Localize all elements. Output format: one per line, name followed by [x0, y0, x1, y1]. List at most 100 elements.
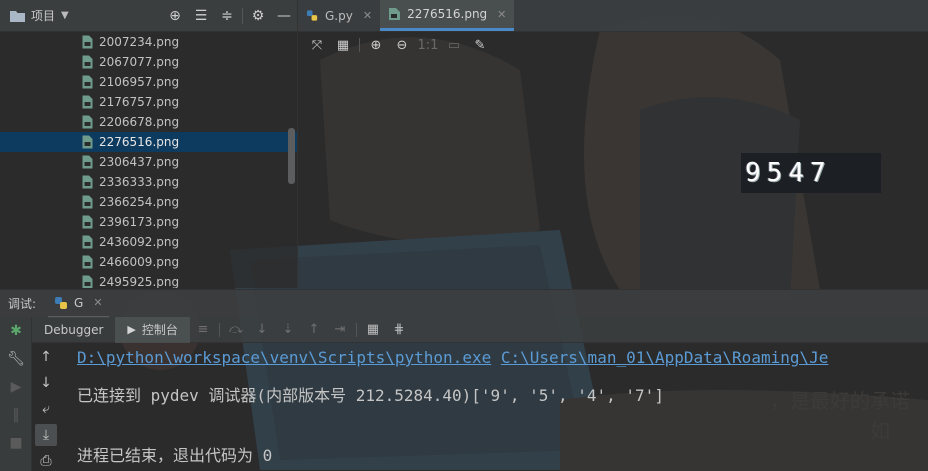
file-item[interactable]: 2436092.png	[0, 232, 297, 252]
color-picker-icon[interactable]: ✎	[467, 34, 493, 56]
project-panel-header: 项目 ▼ ⊕ ☰ ≑ ⚙ —	[0, 0, 297, 32]
image-file-icon	[82, 135, 93, 149]
step-over-icon[interactable]: ⤼	[223, 317, 249, 343]
project-panel-title[interactable]: 项目	[31, 7, 55, 24]
file-name: 2495925.png	[99, 275, 180, 288]
step-into-my-code-icon[interactable]: ⇣	[275, 317, 301, 343]
scroll-to-end-icon[interactable]: ⤓	[35, 424, 57, 446]
python-exe-link[interactable]: D:\python\workspace\venv\Scripts\python.…	[77, 348, 491, 367]
file-name: 2007234.png	[99, 35, 180, 49]
image-file-icon	[82, 255, 93, 269]
tab-debugger[interactable]: Debugger	[32, 317, 115, 343]
file-item[interactable]: 2007234.png	[0, 32, 297, 52]
console-output[interactable]: D:\python\workspace\venv\Scripts\python.…	[60, 344, 928, 471]
file-name: 2396173.png	[99, 215, 180, 229]
debug-side-toolbar: ✱ 🔧︎ ▶ ‖ ■	[0, 317, 32, 471]
image-file-icon	[82, 195, 93, 209]
wrench-icon[interactable]: 🔧︎	[0, 345, 32, 373]
file-item[interactable]: 2466009.png	[0, 252, 297, 272]
chevron-down-icon[interactable]: ▼	[61, 10, 69, 21]
image-file-icon	[82, 115, 93, 129]
close-icon[interactable]: ✕	[363, 9, 372, 22]
folder-icon	[10, 10, 25, 22]
file-name: 2366254.png	[99, 195, 180, 209]
file-item[interactable]: 2106957.png	[0, 72, 297, 92]
console-side-toolbar: ↑ ↓ ⤶ ⤓ ⎙	[32, 344, 60, 471]
image-file-icon	[82, 55, 93, 69]
file-name: 2106957.png	[99, 75, 180, 89]
file-name: 2466009.png	[99, 255, 180, 269]
console-connected-line: 已连接到 pydev 调试器(内部版本号 212.5284.40)['9', '…	[77, 386, 664, 405]
captcha-text: 9547	[745, 158, 832, 188]
run-config-tab[interactable]: G ✕	[48, 290, 109, 318]
image-file-icon	[82, 235, 93, 249]
file-name: 2436092.png	[99, 235, 180, 249]
file-name: 2206678.png	[99, 115, 180, 129]
image-file-icon	[82, 215, 93, 229]
step-out-icon[interactable]: ↑	[301, 317, 327, 343]
console-command-line: D:\python\workspace\venv\Scripts\python.…	[77, 348, 828, 367]
tab-g-py[interactable]: G.py ✕	[298, 0, 380, 31]
file-item[interactable]: 2495925.png	[0, 272, 297, 288]
zoom-in-icon[interactable]: ⊕	[363, 34, 389, 56]
file-item[interactable]: 2206678.png	[0, 112, 297, 132]
project-file-tree: 2007234.png 2067077.png 2106957.png 2176757…	[0, 32, 297, 288]
print-icon[interactable]: ⎙	[32, 448, 60, 471]
toolbar-divider	[359, 38, 360, 52]
tab-label: 2276516.png	[407, 7, 488, 21]
resume-icon[interactable]: ▶	[0, 373, 32, 401]
soft-wrap-icon[interactable]: ⤶	[32, 396, 60, 422]
file-item[interactable]: 2176757.png	[0, 92, 297, 112]
file-name: 2067077.png	[99, 55, 180, 69]
python-file-icon	[306, 9, 318, 21]
file-name: 2306437.png	[99, 155, 180, 169]
fit-zoom-icon[interactable]: ▭	[441, 34, 467, 56]
file-item[interactable]: 2336333.png	[0, 172, 297, 192]
expand-all-icon[interactable]: ☰	[188, 0, 214, 32]
tab-console[interactable]: ▶ 控制台	[115, 316, 190, 343]
run-to-cursor-icon[interactable]: ⇥	[327, 317, 353, 343]
arrow-up-icon[interactable]: ↑	[32, 344, 60, 370]
tree-scrollbar[interactable]	[288, 128, 295, 184]
fit-icon[interactable]: ⤧	[304, 34, 330, 56]
tab-2276516-png[interactable]: 2276516.png ✕	[380, 0, 515, 31]
file-item[interactable]: 2067077.png	[0, 52, 297, 72]
script-path-link[interactable]: C:\Users\man_01\AppData\Roaming\Je	[501, 348, 829, 367]
image-file-icon	[82, 35, 93, 49]
close-icon[interactable]: ✕	[93, 296, 102, 309]
file-item[interactable]: 2276516.png	[0, 132, 297, 152]
frames-icon[interactable]: ⋕	[386, 317, 412, 343]
file-item[interactable]: 2396173.png	[0, 212, 297, 232]
gear-icon[interactable]: ⚙	[245, 0, 271, 32]
file-name: 2336333.png	[99, 175, 180, 189]
hide-icon[interactable]: —	[271, 0, 297, 32]
image-viewer-toolbar: ⤧ ▦ ⊕ ⊖ 1:1 ▭ ✎	[298, 32, 928, 58]
file-name: 2276516.png	[99, 135, 180, 149]
image-file-icon	[82, 155, 93, 169]
stop-icon[interactable]: ■	[0, 429, 32, 457]
toolbar-divider	[355, 322, 357, 337]
menu-icon[interactable]: ≡	[190, 317, 216, 343]
tab-debugger-label: Debugger	[44, 322, 104, 337]
zoom-out-icon[interactable]: ⊖	[389, 34, 415, 56]
grid-icon[interactable]: ▦	[330, 34, 356, 56]
toolbar-divider	[218, 322, 220, 337]
tab-console-label: 控制台	[141, 323, 178, 337]
file-item[interactable]: 2366254.png	[0, 192, 297, 212]
step-into-icon[interactable]: ↓	[249, 317, 275, 343]
arrow-down-icon[interactable]: ↓	[32, 370, 60, 396]
debug-label: 调试:	[8, 297, 37, 311]
evaluate-icon[interactable]: ▦	[360, 317, 386, 343]
file-item[interactable]: 2306437.png	[0, 152, 297, 172]
python-icon	[55, 296, 68, 309]
run-config-label: G	[74, 295, 84, 310]
image-file-icon	[82, 175, 93, 189]
collapse-all-icon[interactable]: ≑	[214, 0, 240, 32]
close-icon[interactable]: ✕	[497, 8, 506, 21]
debug-tabs-bar: Debugger ▶ 控制台 ≡ ⤼ ↓ ⇣ ↑ ⇥ ▦ ⋕	[32, 316, 928, 343]
pause-icon[interactable]: ‖	[0, 401, 32, 429]
editor-tab-bar: G.py ✕ 2276516.png ✕	[298, 0, 928, 32]
actual-size-icon[interactable]: 1:1	[415, 34, 441, 56]
bug-icon[interactable]: ✱	[0, 317, 32, 345]
locate-icon[interactable]: ⊕	[162, 0, 188, 32]
